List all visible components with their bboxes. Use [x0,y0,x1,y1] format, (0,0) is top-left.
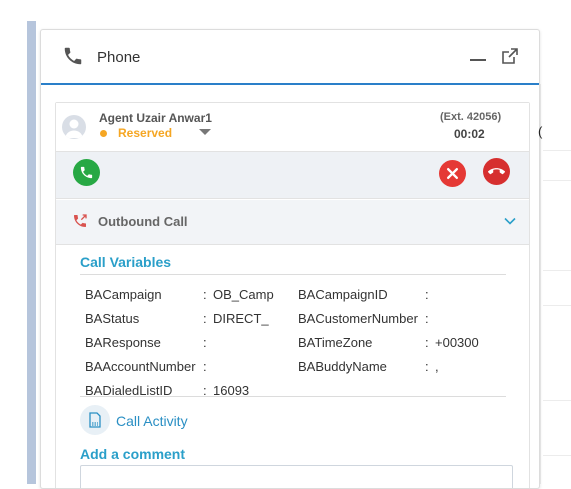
call-controls [56,151,529,199]
call-variables-title: Call Variables [80,254,172,270]
var-separator: : [203,311,207,326]
var-value: OB_Camp [213,287,274,302]
edge-glyph: ( [538,124,543,139]
outbound-call-header[interactable]: Outbound Call [56,200,529,245]
panel-title: Phone [97,49,141,66]
answer-call-icon [80,166,93,179]
phone-icon [64,47,82,65]
divider [543,270,571,271]
var-value: DIRECT_ [213,311,269,326]
avatar [62,115,86,139]
var-label: BACampaign [85,287,162,302]
agent-status[interactable]: Reserved [118,126,172,140]
call-timer: 00:02 [454,127,485,141]
var-label: BAResponse [85,335,161,350]
status-dot [100,130,107,137]
document-icon [89,412,101,428]
user-icon [65,119,83,138]
agent-extension: (Ext. 42056) [440,111,502,123]
divider [80,396,506,397]
outbound-call-icon [74,214,87,227]
reject-call-button[interactable] [439,160,466,187]
divider [543,400,571,401]
answer-call-button[interactable] [73,159,100,186]
var-separator: : [203,359,207,374]
divider [543,455,571,456]
var-label: BACustomerNumber [298,311,418,326]
comment-input[interactable] [80,465,513,488]
var-label: BACampaignID [298,287,388,302]
divider [543,305,571,306]
var-label: BABuddyName [298,359,387,374]
call-activity-button[interactable] [80,405,110,435]
popout-icon[interactable] [501,47,519,65]
minimize-icon[interactable] [469,44,487,64]
agent-row: Agent Uzair Anwar1 Reserved (Ext. 42056)… [56,103,529,151]
var-label: BAStatus [85,311,140,326]
divider [543,180,571,181]
status-dropdown-caret[interactable] [199,129,211,135]
call-activity-link[interactable]: Call Activity [116,413,188,429]
phone-panel: Phone Agent Uzair Anwar1 Reserved (Ext. … [40,29,540,489]
var-separator: : [425,287,429,302]
left-accent-bar [27,21,36,484]
call-direction-label: Outbound Call [98,214,188,229]
panel-header: Phone [41,30,539,85]
var-separator: : [425,335,429,350]
hangup-icon [488,168,505,175]
var-value: +00300 [435,335,479,350]
var-separator: : [203,287,207,302]
var-separator: : [425,311,429,326]
divider [80,274,506,275]
var-label: BAAccountNumber [85,359,196,374]
var-separator: : [425,359,429,374]
var-label: BATimeZone [298,335,373,350]
divider [543,150,571,151]
agent-name: Agent Uzair Anwar1 [99,111,212,125]
call-card: Agent Uzair Anwar1 Reserved (Ext. 42056)… [55,102,530,488]
add-comment-title: Add a comment [80,446,186,462]
right-edge [540,84,543,484]
hangup-button[interactable] [483,158,510,185]
reject-call-icon [446,167,459,180]
var-value: , [435,359,439,374]
var-separator: : [203,335,207,350]
chevron-down-icon[interactable] [504,217,516,225]
